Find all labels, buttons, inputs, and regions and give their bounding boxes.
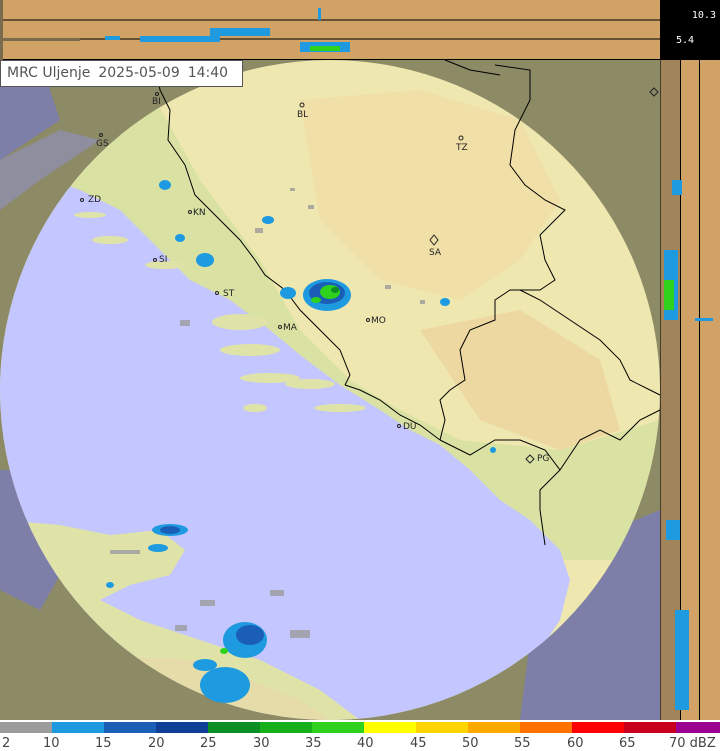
legend-tick-label: 2 [2, 736, 11, 751]
legend-tick-label: 15 [95, 736, 112, 751]
city-label-kn: KN [193, 208, 206, 218]
legend-tick-label: 60 [567, 736, 584, 751]
legend-swatch [364, 722, 416, 733]
radar-image [0, 0, 720, 720]
legend-swatch [52, 722, 104, 733]
city-label-tz: TZ [456, 143, 468, 153]
legend-tick-label: 10 [43, 736, 60, 751]
legend-tick-label: 25 [200, 736, 217, 751]
city-label-gs: GS [96, 139, 109, 149]
radar-time: 14:40 [187, 65, 229, 81]
city-label-ma: MA [283, 323, 297, 333]
legend-swatch [624, 722, 676, 733]
legend-swatch [520, 722, 572, 733]
legend-tick-label: 70 dBZ [669, 736, 716, 751]
legend-swatch [312, 722, 364, 733]
legend-tick-label: 40 [357, 736, 374, 751]
legend-swatch [260, 722, 312, 733]
city-label-st: ST [223, 289, 235, 299]
height-lower-value: 5.4 [676, 35, 695, 46]
height-top-value: 10.3 [691, 10, 716, 21]
radar-date: 2025-05-09 [98, 65, 180, 81]
radar-map: 10.3 5.4 MRC Uljenje 2025-05-09 14:40 BI BL… [0, 0, 720, 751]
legend-swatch [572, 722, 624, 733]
city-label-bl: BL [297, 110, 309, 120]
legend-swatch [156, 722, 208, 733]
legend-tick-label: 45 [410, 736, 427, 751]
legend-tick-label: 65 [619, 736, 636, 751]
legend-swatch [416, 722, 468, 733]
legend-tick-label: 55 [514, 736, 531, 751]
height-scale-box: 10.3 5.4 [660, 0, 720, 60]
dbz-legend: 2 10 15 20 25 30 35 40 45 50 55 60 65 70 dBZ [0, 720, 720, 751]
legend-tick-label: 50 [462, 736, 479, 751]
legend-tick-label: 20 [148, 736, 165, 751]
city-label-si: SI [159, 255, 168, 265]
legend-tick-label: 30 [253, 736, 270, 751]
legend-colorbar [0, 722, 720, 733]
legend-swatch [208, 722, 260, 733]
city-label-mo: MO [371, 316, 386, 326]
legend-swatch [104, 722, 156, 733]
legend-swatch [0, 722, 52, 733]
legend-tick-label: 35 [305, 736, 322, 751]
legend-swatch [676, 722, 720, 733]
city-label-pg: PG [537, 454, 550, 464]
radar-title: MRC Uljenje 2025-05-09 14:40 [0, 60, 244, 87]
city-label-zd: ZD [88, 195, 102, 205]
city-label-bi: BI [152, 97, 161, 107]
legend-swatch [468, 722, 520, 733]
radar-name: MRC Uljenje [7, 65, 91, 81]
city-label-du: DU [403, 422, 417, 432]
city-label-sa: SA [429, 248, 442, 258]
